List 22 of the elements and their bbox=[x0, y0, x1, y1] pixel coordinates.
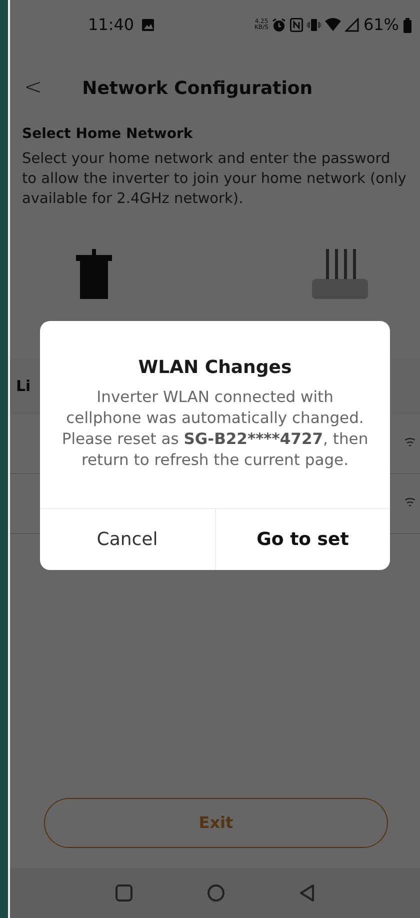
inverter-icon bbox=[76, 248, 112, 299]
battery-percent: 61% bbox=[363, 14, 399, 36]
battery-icon bbox=[403, 18, 412, 32]
back-icon bbox=[299, 884, 315, 902]
dialog-title: WLAN Changes bbox=[137, 356, 293, 380]
vibrate-icon bbox=[307, 18, 322, 32]
alarm-icon bbox=[272, 18, 286, 32]
home-icon bbox=[207, 884, 225, 902]
router-icon bbox=[310, 248, 370, 299]
recents-icon bbox=[115, 884, 133, 902]
signal-icon bbox=[345, 18, 360, 32]
list-header: Li bbox=[16, 376, 31, 398]
nfc-icon bbox=[290, 18, 304, 32]
confirm-button[interactable]: Go to set bbox=[214, 508, 390, 570]
dialog-message: Inverter WLAN connected with cellphone was automatically changed. Please reset as SG-B22****4727, then return to refresh the current page. bbox=[60, 386, 370, 472]
clock: 11:40 bbox=[88, 14, 134, 36]
image-icon bbox=[142, 19, 154, 31]
page-title: Network Configuration bbox=[81, 76, 313, 100]
description-text: Select your home network and enter the password to allow the inverter to join your home network (only available for 2.4GHz network). bbox=[22, 150, 408, 209]
section-title: Select Home Network bbox=[22, 126, 194, 143]
wifi-icon bbox=[325, 18, 342, 32]
cancel-button[interactable]: Cancel bbox=[40, 508, 214, 570]
